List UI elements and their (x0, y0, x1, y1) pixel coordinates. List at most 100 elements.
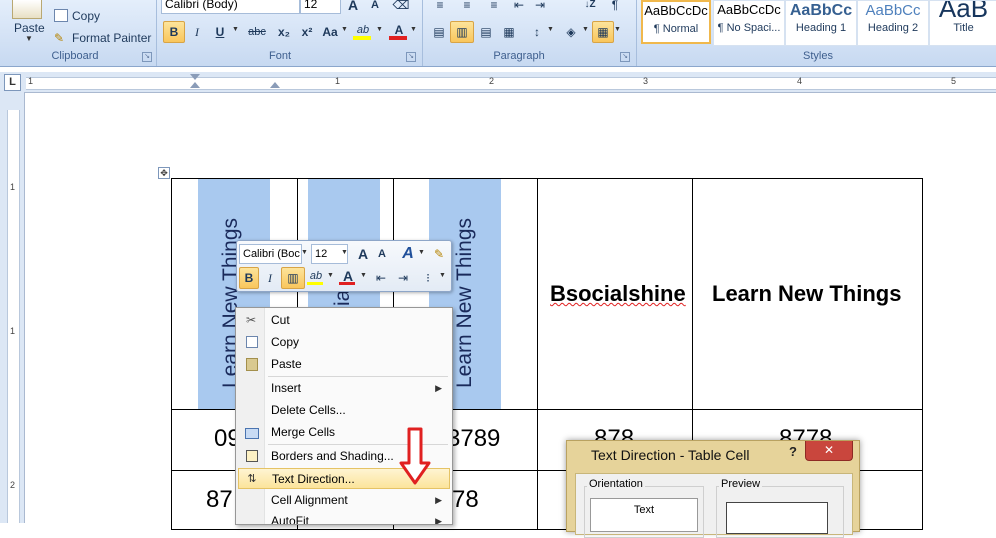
style-sample: AaBbCcDc (644, 3, 708, 18)
chevron-down-icon[interactable]: ▼ (327, 272, 334, 279)
mini-center-button[interactable]: ▥ (281, 267, 305, 289)
bold-button[interactable]: B (163, 21, 185, 43)
style-no-spacing[interactable]: AaBbCcDc ¶ No Spaci... (713, 0, 785, 46)
scissors-icon: ✂ (245, 313, 257, 327)
copy-button[interactable]: Copy (72, 9, 100, 23)
copy-icon (54, 9, 68, 22)
borders-button[interactable]: ▦ (592, 21, 614, 43)
tab-selector-button[interactable]: L (4, 74, 21, 91)
mini-styles-button[interactable]: A (397, 243, 419, 265)
paste-dropdown-icon[interactable]: ▼ (25, 34, 33, 43)
borders-dropdown-icon[interactable]: ▼ (614, 26, 621, 33)
underline-button[interactable]: U (209, 21, 231, 43)
font-name-combo[interactable]: Calibri (Body) (161, 0, 300, 14)
group-separator (422, 0, 423, 66)
mini-italic-button[interactable]: I (260, 267, 280, 289)
hanging-indent-marker[interactable] (190, 82, 200, 88)
dialog-close-button[interactable]: ✕ (805, 441, 853, 461)
show-marks-button[interactable]: ¶ (604, 0, 626, 16)
clipboard-launcher[interactable]: ↘ (142, 52, 152, 62)
style-heading-2[interactable]: AaBbCc Heading 2 (857, 0, 929, 46)
dialog-help-button[interactable]: ? (789, 444, 797, 459)
mini-grow-font-button[interactable]: A (353, 243, 373, 265)
cell-value: 3789 (447, 425, 501, 452)
chevron-down-icon[interactable]: ▼ (360, 272, 367, 279)
mini-shrink-font-button[interactable]: A (373, 243, 391, 265)
group-separator (636, 0, 637, 66)
font-size-combo[interactable]: 12 (300, 0, 341, 14)
paragraph-group-label: Paragraph (493, 50, 545, 62)
clear-format-button[interactable]: ⌫ (389, 0, 413, 16)
ruler-mark: 3 (643, 76, 649, 86)
font-launcher[interactable]: ↘ (406, 52, 416, 62)
chevron-down-icon[interactable]: ▼ (301, 249, 308, 256)
first-line-indent-marker[interactable] (190, 74, 200, 80)
style-heading-1[interactable]: AaBbCc Heading 1 (785, 0, 857, 46)
text-direction-icon: ⇅ (247, 473, 257, 485)
change-case-dropdown-icon[interactable]: ▼ (341, 26, 348, 33)
style-normal[interactable]: AaBbCcDc ¶ Normal (641, 0, 711, 44)
shading-dropdown-icon[interactable]: ▼ (582, 26, 589, 33)
mini-decrease-indent-button[interactable]: ⇤ (371, 267, 391, 289)
mini-font-name-combo[interactable]: Calibri (Boc (239, 244, 302, 264)
change-case-button[interactable]: Aa (318, 21, 342, 43)
paragraph-launcher[interactable]: ↘ (620, 52, 630, 62)
line-spacing-button[interactable]: ↕ (526, 21, 548, 43)
font-color-dropdown-icon[interactable]: ▼ (410, 26, 417, 33)
menu-item-paste[interactable]: Paste (238, 354, 450, 375)
menu-item-cut[interactable]: ✂ Cut (238, 310, 450, 331)
dialog-body: Orientation Text Preview (575, 473, 853, 538)
font-group-label: Font (268, 50, 291, 62)
subscript-button[interactable]: x₂ (272, 21, 296, 43)
paste-button[interactable]: Paste (14, 21, 45, 35)
shading-button[interactable]: ◈ (560, 21, 582, 43)
italic-button[interactable]: I (186, 21, 208, 43)
bullets-button[interactable]: ≡ (428, 0, 452, 16)
ruler-mark: 2 (10, 480, 16, 490)
paste-icon[interactable] (12, 0, 42, 19)
mini-increase-indent-button[interactable]: ⇥ (393, 267, 413, 289)
highlight-dropdown-icon[interactable]: ▼ (376, 26, 383, 33)
sort-button[interactable]: ↓Z (578, 0, 602, 16)
line-spacing-dropdown-icon[interactable]: ▼ (547, 26, 554, 33)
column-marker[interactable] (270, 82, 280, 88)
chevron-down-icon[interactable]: ▼ (341, 249, 348, 256)
style-title[interactable]: AaB Title (929, 0, 996, 46)
align-left-button[interactable]: ▤ (428, 21, 450, 43)
menu-item-delete-cells[interactable]: Delete Cells... (238, 400, 450, 421)
table-move-handle[interactable]: ✥ (158, 167, 170, 179)
context-menu: ✂ Cut Copy Paste Insert ▶ Delete Cells..… (235, 307, 453, 525)
superscript-button[interactable]: x² (295, 21, 319, 43)
increase-indent-button[interactable]: ⇥ (530, 0, 550, 16)
style-name: Heading 1 (795, 22, 847, 34)
strikethrough-button[interactable]: abc (242, 21, 272, 43)
numbering-button[interactable]: ≡ (455, 0, 479, 16)
highlight-color-bar (353, 36, 371, 40)
menu-item-label: Paste (271, 357, 302, 371)
shrink-font-button[interactable]: A (365, 0, 385, 16)
orientation-option-horizontal[interactable]: Text (590, 498, 698, 532)
menu-item-autofit[interactable]: AutoFit ▶ (238, 511, 450, 524)
chevron-down-icon[interactable]: ▼ (439, 272, 446, 279)
mini-bullets-button[interactable]: ⁝ (417, 267, 439, 289)
multilevel-button[interactable]: ≡ (482, 0, 506, 16)
chevron-down-icon[interactable]: ▼ (418, 249, 425, 256)
align-right-button[interactable]: ▤ (475, 21, 497, 43)
header-vertical-text: Learn New Things (453, 217, 476, 388)
mini-bold-button[interactable]: B (239, 267, 259, 289)
mini-format-painter-button[interactable]: ✎ (429, 243, 449, 265)
justify-button[interactable]: ▦ (498, 21, 520, 43)
menu-item-label: Merge Cells (271, 425, 336, 439)
align-center-button[interactable]: ▥ (450, 21, 474, 43)
decrease-indent-button[interactable]: ⇤ (509, 0, 529, 16)
menu-item-label: Text Direction... (272, 472, 355, 486)
menu-item-copy[interactable]: Copy (238, 332, 450, 353)
ruler-mark: 1 (28, 76, 34, 86)
menu-item-insert[interactable]: Insert ▶ (238, 378, 450, 399)
format-painter-button[interactable]: Format Painter (72, 31, 151, 45)
mini-toolbar: Calibri (Boc ▼ 12 ▼ A A A ▼ ✎ B I ▥ ab ▼… (236, 240, 452, 292)
underline-dropdown-icon[interactable]: ▼ (232, 26, 239, 33)
ruler-mark: 1 (10, 326, 16, 336)
menu-item-cell-alignment[interactable]: Cell Alignment ▶ (238, 490, 450, 511)
grow-font-button[interactable]: A (343, 0, 363, 16)
